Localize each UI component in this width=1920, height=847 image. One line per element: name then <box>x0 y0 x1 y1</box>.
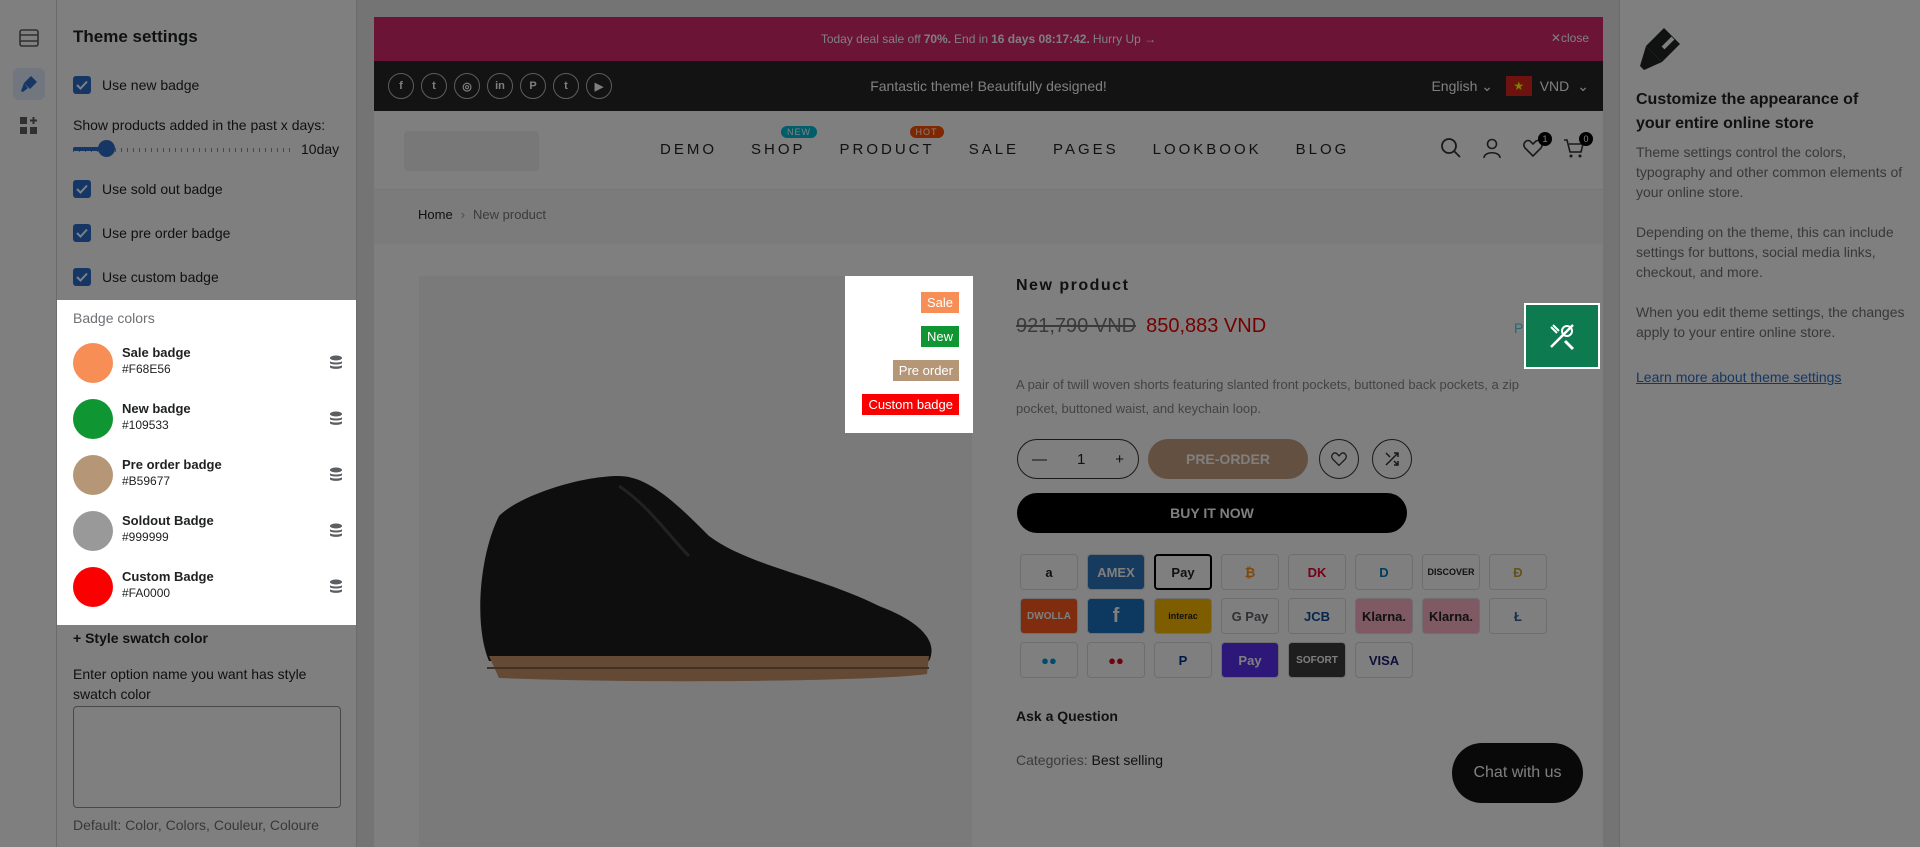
theme-tools-button[interactable] <box>1524 303 1600 369</box>
custom-badge: Custom badge <box>862 394 959 415</box>
color-swatch[interactable] <box>73 511 113 551</box>
soldout-badge-color-row[interactable]: Soldout Badge #999999 <box>73 505 343 555</box>
sale-badge: Sale <box>920 292 959 313</box>
badge-colors-panel: Badge colors Sale badge #F68E56 New badg… <box>57 300 356 625</box>
help-dim-overlay <box>1619 0 1920 847</box>
color-swatch[interactable] <box>73 399 113 439</box>
custom-badge-color-row[interactable]: Custom Badge #FA0000 <box>73 561 343 611</box>
preview-dim-overlay <box>357 0 1619 847</box>
badge-colors-title: Badge colors <box>73 310 155 326</box>
dynamic-source-icon[interactable] <box>329 579 343 595</box>
dynamic-source-icon[interactable] <box>329 523 343 539</box>
dynamic-source-icon[interactable] <box>329 355 343 371</box>
new-badge-color-row[interactable]: New badge #109533 <box>73 393 343 443</box>
tools-icon <box>1550 324 1575 351</box>
pre-order-badge-color-row[interactable]: Pre order badge #B59677 <box>73 449 343 499</box>
color-swatch[interactable] <box>73 567 113 607</box>
badge-preview-popup: Sale New Pre order Custom badge <box>845 276 973 433</box>
color-swatch[interactable] <box>73 455 113 495</box>
swatch-name: Custom Badge <box>122 569 214 584</box>
swatch-name: Pre order badge <box>122 457 222 472</box>
swatch-name: Sale badge <box>122 345 191 360</box>
swatch-name: Soldout Badge <box>122 513 214 528</box>
dynamic-source-icon[interactable] <box>329 467 343 483</box>
swatch-hex: #F68E56 <box>122 362 171 376</box>
swatch-hex: #999999 <box>122 530 169 544</box>
dynamic-source-icon[interactable] <box>329 411 343 427</box>
color-swatch[interactable] <box>73 343 113 383</box>
sale-badge-color-row[interactable]: Sale badge #F68E56 <box>73 337 343 387</box>
swatch-hex: #FA0000 <box>122 586 171 600</box>
swatch-name: New badge <box>122 401 191 416</box>
swatch-hex: #109533 <box>122 418 169 432</box>
new-badge: New <box>920 326 959 347</box>
pre-order-badge: Pre order <box>892 360 959 381</box>
swatch-hex: #B59677 <box>122 474 171 488</box>
